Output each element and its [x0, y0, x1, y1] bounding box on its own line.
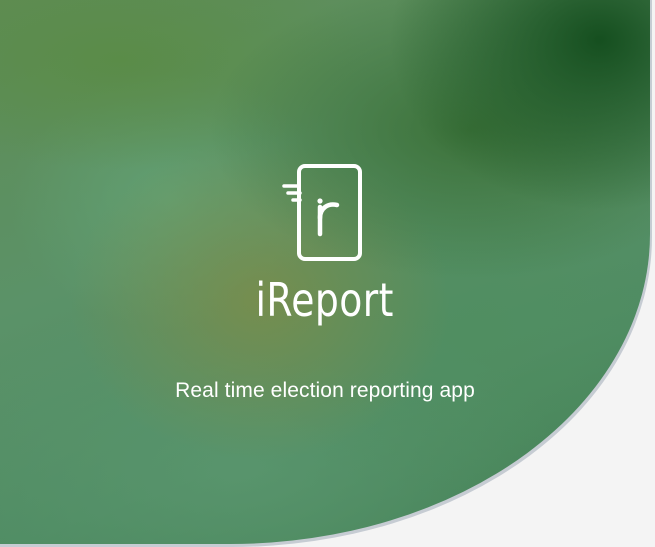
- hero-background: iReport Real time election reporting app: [0, 0, 650, 544]
- phone-r-icon: [282, 164, 362, 261]
- app-name: iReport: [255, 273, 394, 327]
- splash-screen: iReport Real time election reporting app: [0, 0, 655, 547]
- app-tagline: Real time election reporting app: [175, 379, 475, 402]
